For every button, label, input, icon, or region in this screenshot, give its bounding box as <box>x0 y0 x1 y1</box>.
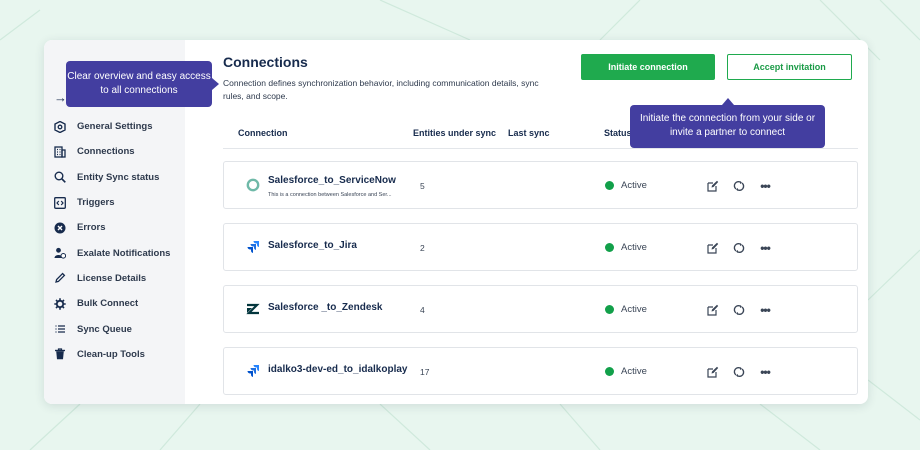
status-indicator <box>605 243 614 252</box>
accept-invitation-button[interactable]: Accept invitation <box>727 54 852 80</box>
status-indicator <box>605 305 614 314</box>
connection-name[interactable]: Salesforce_to_ServiceNow <box>268 175 396 186</box>
status-badge: Active <box>621 180 647 191</box>
sidebar-item-label: Clean-up Tools <box>77 348 145 360</box>
error-circle-icon <box>52 221 68 235</box>
column-header-connection[interactable]: Connection <box>238 128 288 138</box>
sidebar-item-label: Errors <box>77 222 106 234</box>
tooltip-initiate: Initiate the connection from your side o… <box>630 98 825 148</box>
sync-icon[interactable] <box>732 179 745 192</box>
entities-count: 4 <box>420 305 425 315</box>
table-row[interactable]: idalko3-dev-ed_to_idalkoplay 17 Active •… <box>223 347 858 395</box>
shield-gear-icon <box>52 120 68 134</box>
sidebar-item-clean-up-tools[interactable]: Clean-up Tools <box>52 342 182 367</box>
sidebar-item-exalate-notifications[interactable]: Exalate Notifications <box>52 240 182 265</box>
table-header-divider <box>223 148 858 149</box>
sidebar-item-general-settings[interactable]: General Settings <box>52 114 182 139</box>
sync-icon[interactable] <box>732 241 745 254</box>
sidebar-item-label: Entity Sync status <box>77 171 160 183</box>
sidebar-item-label: Connections <box>77 146 135 158</box>
building-icon <box>52 145 68 159</box>
sidebar-nav: General Settings Connections Entity Sync… <box>52 114 182 367</box>
sidebar-item-entity-sync-status[interactable]: Entity Sync status <box>52 165 182 190</box>
sidebar-item-label: Exalate Notifications <box>77 247 171 259</box>
more-options-icon[interactable]: ••• <box>757 303 773 316</box>
user-bell-icon <box>52 246 68 260</box>
status-indicator <box>605 181 614 190</box>
connection-name[interactable]: Salesforce _to_Zendesk <box>268 302 383 313</box>
list-icon <box>52 322 68 336</box>
jira-logo-icon <box>246 240 260 254</box>
sidebar-item-label: Triggers <box>77 197 115 209</box>
column-header-entities[interactable]: Entities under sync <box>413 128 496 138</box>
main-content: Connections Connection defines synchroni… <box>185 40 868 404</box>
sidebar-item-label: General Settings <box>77 121 153 133</box>
entities-count: 2 <box>420 243 425 253</box>
sidebar-item-errors[interactable]: Errors <box>52 215 182 240</box>
gear-icon <box>52 297 68 311</box>
sidebar-item-bulk-connect[interactable]: Bulk Connect <box>52 291 182 316</box>
connection-description: This is a connection between Salesforce … <box>268 192 392 198</box>
search-icon <box>52 170 68 184</box>
tooltip-overview: Clear overview and easy access to all co… <box>66 61 219 107</box>
entities-count: 5 <box>420 181 425 191</box>
more-options-icon[interactable]: ••• <box>757 179 773 192</box>
status-badge: Active <box>621 242 647 253</box>
jira-logo-icon <box>246 364 260 378</box>
sidebar-item-triggers[interactable]: Triggers <box>52 190 182 215</box>
page-title: Connections <box>223 54 308 70</box>
code-bracket-icon <box>52 196 68 210</box>
connection-name[interactable]: Salesforce_to_Jira <box>268 240 357 251</box>
edit-icon[interactable] <box>706 303 719 316</box>
initiate-connection-button[interactable]: Initiate connection <box>581 54 715 80</box>
trash-icon <box>52 347 68 361</box>
table-row[interactable]: Salesforce_to_ServiceNow This is a conne… <box>223 161 858 209</box>
column-header-status[interactable]: Status <box>604 128 632 138</box>
sidebar-item-label: Bulk Connect <box>77 298 139 310</box>
status-badge: Active <box>621 304 647 315</box>
more-options-icon[interactable]: ••• <box>757 365 773 378</box>
entities-count: 17 <box>420 367 430 377</box>
sync-icon[interactable] <box>732 365 745 378</box>
status-badge: Active <box>621 366 647 377</box>
servicenow-logo-icon <box>246 178 260 192</box>
sync-icon[interactable] <box>732 303 745 316</box>
zendesk-logo-icon <box>246 302 260 316</box>
page-description: Connection defines synchronization behav… <box>223 78 539 101</box>
sidebar-item-connections[interactable]: Connections <box>52 139 182 164</box>
edit-icon[interactable] <box>706 179 719 192</box>
column-header-last-sync[interactable]: Last sync <box>508 128 550 138</box>
more-options-icon[interactable]: ••• <box>757 241 773 254</box>
table-row[interactable]: Salesforce_to_Jira 2 Active ••• <box>223 223 858 271</box>
pencil-icon <box>52 271 68 285</box>
table-row[interactable]: Salesforce _to_Zendesk 4 Active ••• <box>223 285 858 333</box>
sidebar-item-sync-queue[interactable]: Sync Queue <box>52 316 182 341</box>
sidebar-item-license-details[interactable]: License Details <box>52 266 182 291</box>
edit-icon[interactable] <box>706 241 719 254</box>
sidebar-item-label: License Details <box>77 272 147 284</box>
sidebar-item-label: Sync Queue <box>77 323 132 335</box>
edit-icon[interactable] <box>706 365 719 378</box>
connection-name[interactable]: idalko3-dev-ed_to_idalkoplay <box>268 364 408 375</box>
status-indicator <box>605 367 614 376</box>
